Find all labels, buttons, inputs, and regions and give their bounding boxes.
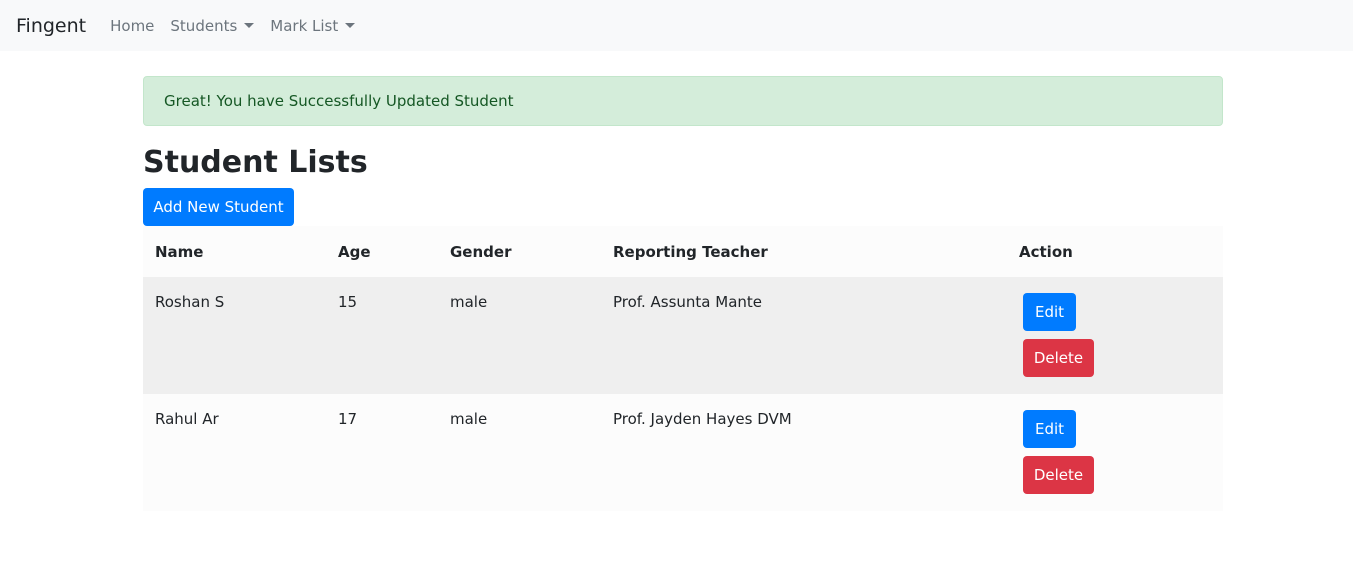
column-header-age: Age [338, 242, 371, 261]
cell-action: Edit Delete [1007, 394, 1223, 511]
navbar: Fingent Home Students Mark List [0, 0, 1353, 51]
cell-gender: male [450, 293, 488, 311]
nav-item-mark-list-label: Mark List [270, 16, 339, 35]
alert-message: Great! You have Successfully Updated Stu… [164, 92, 514, 110]
cell-name: Roshan S [155, 293, 225, 311]
delete-button[interactable]: Delete [1023, 339, 1094, 377]
page-title: Student Lists [143, 145, 368, 180]
column-header-gender: Gender [450, 242, 512, 261]
success-alert: Great! You have Successfully Updated Stu… [143, 76, 1223, 126]
table-row: Rahul Ar 17 male Prof. Jayden Hayes DVM … [143, 394, 1223, 511]
cell-action: Edit Delete [1007, 277, 1223, 394]
nav-item-home-label: Home [110, 16, 155, 35]
caret-down-icon [244, 23, 255, 28]
brand-link[interactable]: Fingent [16, 15, 86, 37]
student-table: Name Age Gender Reporting Teacher Action… [143, 226, 1223, 511]
cell-reporting-teacher: Prof. Assunta Mante [613, 293, 763, 311]
nav-item-home[interactable]: Home [110, 17, 154, 35]
main-container: Great! You have Successfully Updated Stu… [143, 76, 1223, 511]
edit-button[interactable]: Edit [1023, 410, 1076, 448]
delete-button[interactable]: Delete [1023, 456, 1094, 494]
cell-name: Rahul Ar [155, 410, 219, 428]
cell-age: 17 [338, 410, 358, 428]
nav-item-students-label: Students [170, 16, 238, 35]
table-header-row: Name Age Gender Reporting Teacher Action [143, 226, 1223, 277]
caret-down-icon [345, 23, 356, 28]
cell-reporting-teacher: Prof. Jayden Hayes DVM [613, 410, 792, 428]
cell-age: 15 [338, 293, 358, 311]
cell-gender: male [450, 410, 488, 428]
action-buttons: Edit Delete [1023, 410, 1223, 494]
column-header-reporting-teacher: Reporting Teacher [613, 242, 768, 261]
nav-item-students[interactable]: Students [170, 16, 255, 35]
column-header-name: Name [155, 242, 204, 261]
table-row: Roshan S 15 male Prof. Assunta Mante Edi… [143, 277, 1223, 394]
action-buttons: Edit Delete [1023, 293, 1223, 377]
column-header-action: Action [1019, 242, 1073, 261]
nav-item-mark-list[interactable]: Mark List [270, 16, 356, 35]
edit-button[interactable]: Edit [1023, 293, 1076, 331]
add-new-student-button[interactable]: Add New Student [143, 188, 294, 226]
